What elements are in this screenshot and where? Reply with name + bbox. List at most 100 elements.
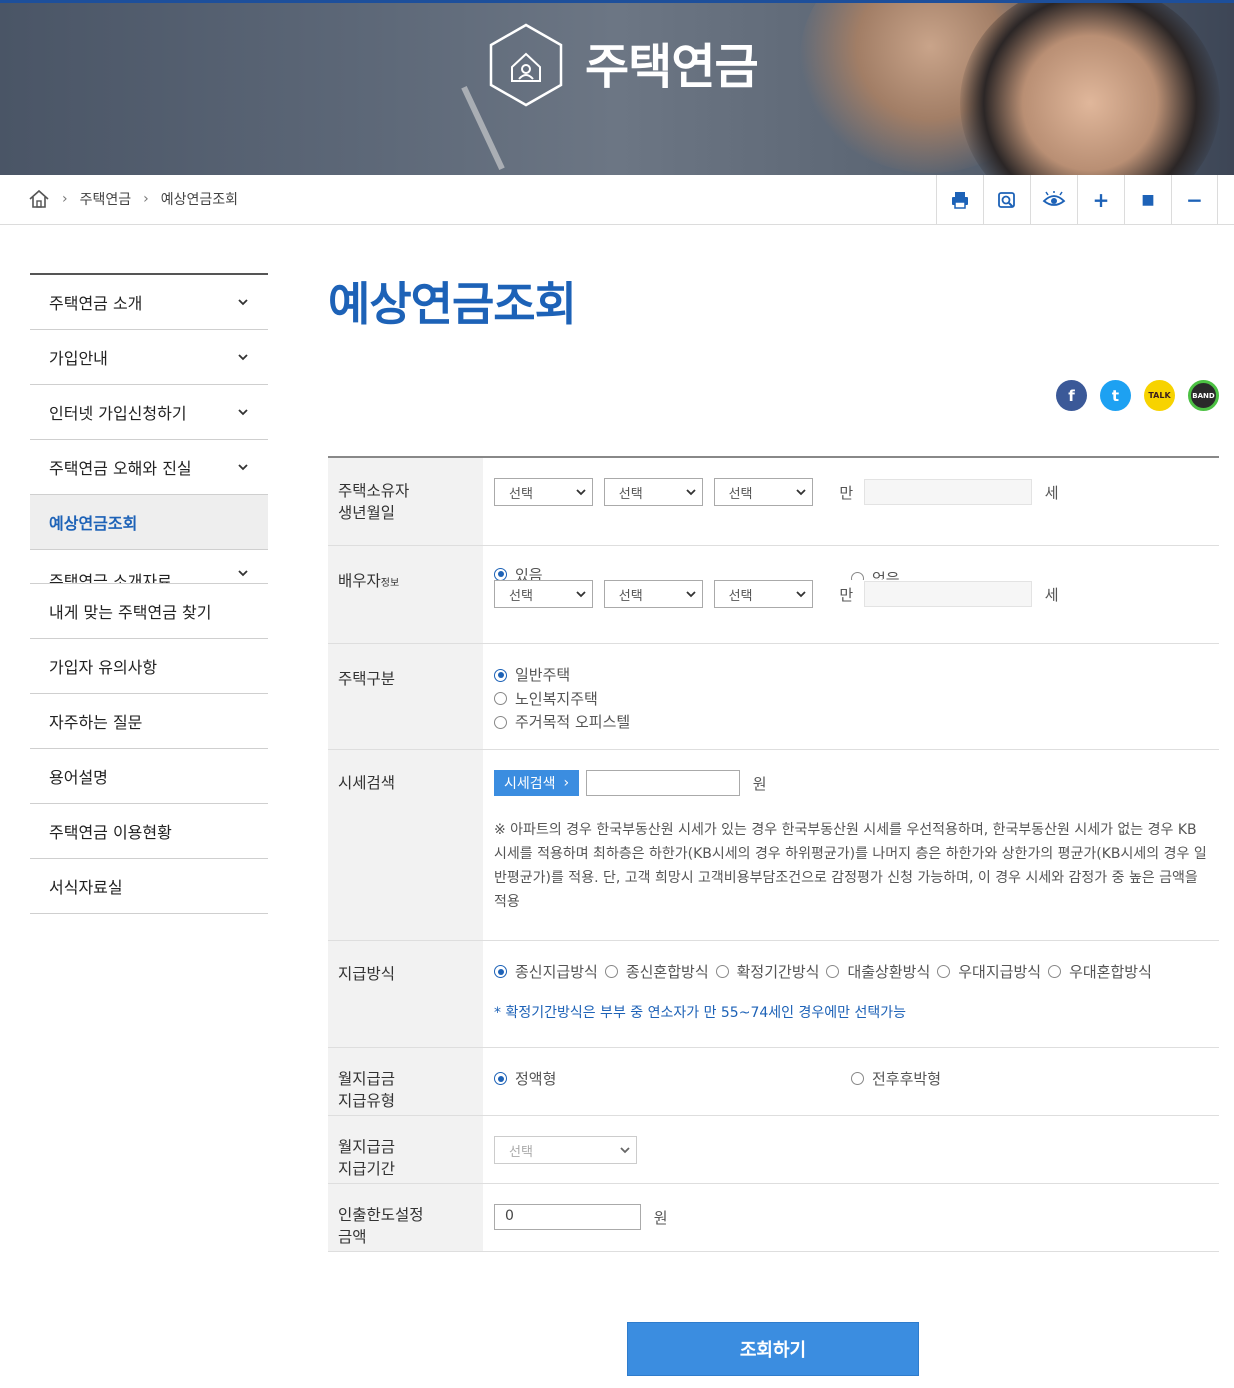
font-reset-button[interactable]: ■ xyxy=(1124,175,1171,225)
row-price-search: 시세검색 시세검색 › 원 ※ 아파트의 경우 한국부동산원 시세가 있는 경우 … xyxy=(328,750,1219,941)
radio-label: 확정기간방식 xyxy=(736,963,820,981)
payment-preferred-mixed-radio[interactable]: 우대혼합방식 xyxy=(1048,961,1152,982)
payment-fixed-term-radio[interactable]: 확정기간방식 xyxy=(715,961,820,982)
label-line: 인출한도설정 xyxy=(338,1206,424,1224)
house-type-welfare-radio[interactable]: 노인복지주택 xyxy=(494,688,598,710)
radio-dot xyxy=(494,692,507,705)
payment-options: 종신지급방식 종신혼합방식 확정기간방식 대출상환방식 우대지급방식 우대혼합방… xyxy=(494,961,1209,982)
home-icon[interactable] xyxy=(28,189,50,209)
house-type-officetel-radio[interactable]: 주거목적 오피스텔 xyxy=(494,711,630,733)
price-value-field[interactable] xyxy=(585,770,740,796)
sidebar-item-estimate[interactable]: 예상연금조회 xyxy=(30,495,268,550)
select-value: 선택 xyxy=(728,486,753,502)
sidebar-item-forms[interactable]: 서식자료실 xyxy=(30,859,268,914)
banner-title: 주택연금 xyxy=(585,39,759,95)
header-banner: 주택연금 xyxy=(0,0,1234,175)
radio-label: 우대지급방식 xyxy=(958,963,1042,981)
price-unit: 원 xyxy=(752,774,767,793)
row-label: 지급방식 xyxy=(328,941,483,1047)
twitter-share-icon[interactable]: t xyxy=(1100,380,1131,411)
row-label: 주택소유자 생년월일 xyxy=(328,458,483,545)
chevron-down-icon xyxy=(238,464,248,471)
font-increase-button[interactable]: + xyxy=(1077,175,1124,225)
sidebar-item-find-pension[interactable]: 내게 맞는 주택연금 찾기 xyxy=(30,584,268,639)
sidebar-item-join-guide[interactable]: 가입안내 xyxy=(30,330,268,385)
sidebar-item-glossary[interactable]: 용어설명 xyxy=(30,749,268,804)
search-submit-button[interactable]: 조회하기 xyxy=(627,1322,919,1376)
select-value: 선택 xyxy=(509,1144,533,1160)
birth-year-select[interactable]: 선택 xyxy=(494,478,593,506)
sidebar-item-online-apply[interactable]: 인터넷 가입신청하기 xyxy=(30,385,268,440)
spouse-radio-row-clipped: 있음 없음 xyxy=(494,568,1209,580)
monthly-period-select[interactable]: 선택 xyxy=(494,1136,637,1164)
radio-dot xyxy=(851,1072,864,1085)
spouse-no-radio[interactable]: 없음 xyxy=(851,568,900,580)
row-spouse: 배우자정보 있음 없음 선택 선택 선택 만 세 xyxy=(328,546,1219,644)
radio-label: 대출상환방식 xyxy=(847,963,931,981)
spouse-birth-selects: 선택 선택 선택 만 세 xyxy=(494,580,1209,608)
row-field: 일반주택 노인복지주택 주거목적 오피스텔 xyxy=(483,644,1219,749)
print-button[interactable] xyxy=(936,175,983,225)
breadcrumb-bar: › 주택연금 › 예상연금조회 + ■ − xyxy=(0,175,1234,225)
radio-label: 전후후박형 xyxy=(872,1070,942,1088)
label-line: 금액 xyxy=(338,1228,367,1246)
monthly-fixed-radio[interactable]: 정액형 xyxy=(494,1068,556,1089)
radio-dot xyxy=(494,715,507,729)
birth-day-select[interactable]: 선택 xyxy=(713,478,813,506)
radio-dot xyxy=(494,668,507,682)
radio-label: 종신지급방식 xyxy=(515,963,598,981)
chevron-down-icon xyxy=(576,591,586,598)
font-decrease-button[interactable]: − xyxy=(1171,175,1218,225)
row-monthly-period: 월지급금 지급기간 선택 xyxy=(328,1116,1219,1184)
spouse-year-select[interactable]: 선택 xyxy=(494,580,593,608)
birth-month-select[interactable]: 선택 xyxy=(603,478,703,506)
payment-preferred-radio[interactable]: 우대지급방식 xyxy=(937,961,1041,982)
accessibility-view-button[interactable] xyxy=(1030,175,1077,225)
row-field: 있음 없음 선택 선택 선택 만 세 xyxy=(483,546,1219,643)
magnify-icon xyxy=(998,192,1015,208)
breadcrumb-item[interactable]: 주택연금 xyxy=(80,189,132,209)
breadcrumb-item-current[interactable]: 예상연금조회 xyxy=(161,189,238,209)
payment-loan-repay-radio[interactable]: 대출상환방식 xyxy=(826,961,930,982)
owner-age-field[interactable] xyxy=(863,479,1032,505)
label-line: 월지급금 xyxy=(338,1138,396,1156)
age-suffix: 세 xyxy=(1044,585,1059,604)
kakaotalk-share-icon[interactable]: TALK xyxy=(1144,380,1175,411)
spouse-age-field[interactable] xyxy=(863,581,1032,607)
price-search-button[interactable]: 시세검색 › xyxy=(494,770,580,796)
sidebar-nav: 주택연금 소개 가입안내 인터넷 가입신청하기 주택연금 오해와 진실 예상연금… xyxy=(30,273,268,914)
chevron-down-icon xyxy=(620,1147,630,1154)
spouse-day-select[interactable]: 선택 xyxy=(713,580,813,608)
sidebar-item-materials[interactable]: 주택연금 소개자료 xyxy=(30,550,268,584)
label-line: 배우자 xyxy=(338,572,381,590)
label-line: 생년월일 xyxy=(338,504,396,522)
row-field: 선택 xyxy=(483,1116,1219,1183)
radio-label: 우대혼합방식 xyxy=(1069,963,1152,981)
monthly-front-loaded-radio[interactable]: 전후후박형 xyxy=(851,1068,941,1089)
printer-icon xyxy=(952,192,968,209)
spouse-month-select[interactable]: 선택 xyxy=(603,580,703,608)
zoom-view-button[interactable] xyxy=(983,175,1030,225)
facebook-share-icon[interactable]: f xyxy=(1056,380,1087,411)
house-type-general-radio[interactable]: 일반주택 xyxy=(494,664,570,686)
payment-lifetime-mixed-radio[interactable]: 종신혼합방식 xyxy=(604,961,709,982)
row-label: 월지급금 지급유형 xyxy=(328,1048,483,1115)
withdraw-amount-field[interactable]: 0 xyxy=(494,1204,641,1230)
radio-label: 정액형 xyxy=(515,1070,557,1088)
sidebar-item-notices[interactable]: 가입자 유의사항 xyxy=(30,639,268,694)
payment-lifetime-radio[interactable]: 종신지급방식 xyxy=(494,961,598,982)
spouse-yes-radio[interactable]: 있음 xyxy=(494,568,543,580)
sidebar-item-faq[interactable]: 자주하는 질문 xyxy=(30,694,268,749)
select-value: 선택 xyxy=(509,486,533,502)
age-prefix: 만 xyxy=(839,585,854,604)
row-label: 인출한도설정 금액 xyxy=(328,1184,483,1251)
band-share-icon[interactable]: BAND xyxy=(1188,380,1219,411)
row-owner-birth: 주택소유자 생년월일 선택 선택 선택 만 세 xyxy=(328,458,1219,546)
page-title: 예상연금조회 xyxy=(328,277,577,331)
sidebar-item-usage-stats[interactable]: 주택연금 이용현황 xyxy=(30,804,268,859)
select-value: 선택 xyxy=(618,588,643,604)
sidebar-item-myths[interactable]: 주택연금 오해와 진실 xyxy=(30,440,268,495)
sidebar-item-intro[interactable]: 주택연금 소개 xyxy=(30,275,268,330)
sidebar-item-label: 인터넷 가입신청하기 xyxy=(49,404,187,423)
row-field: 정액형 전후후박형 xyxy=(483,1048,1219,1115)
